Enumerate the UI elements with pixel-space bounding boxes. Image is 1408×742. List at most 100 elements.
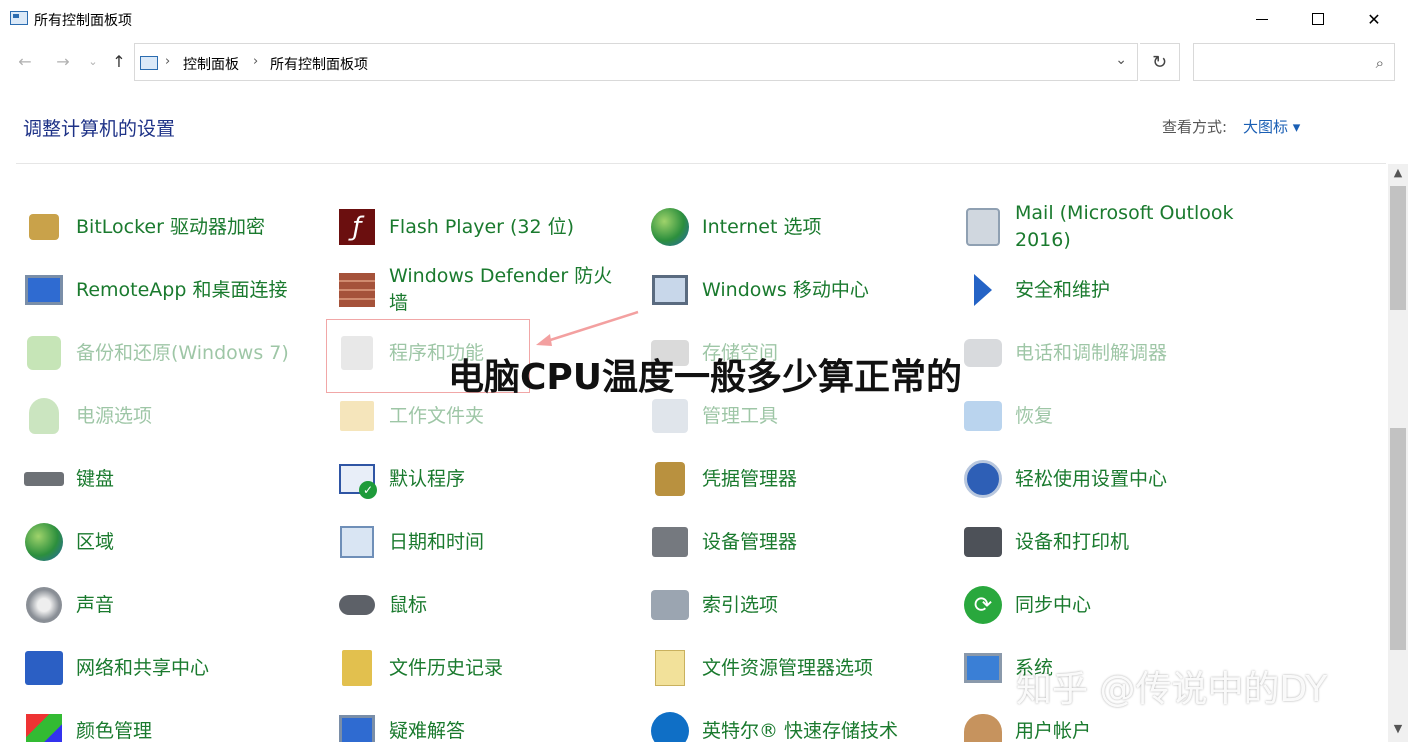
item-label: 索引选项	[702, 593, 779, 616]
item-region[interactable]: 区域	[22, 513, 322, 571]
item-indexing-options[interactable]: 索引选项	[648, 576, 948, 634]
item-explorer-options[interactable]: 文件资源管理器选项	[648, 639, 948, 697]
devices-printers-icon	[961, 520, 1005, 564]
page-title: 调整计算机的设置	[23, 118, 176, 140]
mobility-center-icon	[648, 268, 692, 312]
search-input[interactable]: ⌕	[1193, 43, 1395, 81]
item-default-programs[interactable]: ✓ 默认程序	[335, 450, 635, 508]
default-programs-icon: ✓	[335, 457, 379, 501]
item-label: BitLocker 驱动器加密	[76, 215, 265, 238]
item-label: 同步中心	[1015, 593, 1092, 616]
item-label: 恢复	[1015, 404, 1054, 427]
view-by-label: 查看方式:	[1162, 118, 1228, 136]
item-credential-manager[interactable]: 凭据管理器	[648, 450, 948, 508]
item-label: 备份和还原(Windows 7)	[76, 341, 289, 364]
minimize-button[interactable]	[1234, 0, 1290, 38]
scrollbar-thumb[interactable]	[1390, 428, 1406, 650]
region-icon	[22, 520, 66, 564]
flash-player-icon: ƒ	[335, 205, 379, 249]
item-flash-player[interactable]: ƒ Flash Player (32 位)	[335, 198, 635, 256]
control-panel-icon	[10, 11, 28, 25]
view-by-dropdown[interactable]: 大图标 ▾	[1243, 116, 1300, 137]
up-button[interactable]: ↑	[108, 50, 130, 72]
item-file-history[interactable]: 文件历史记录	[335, 639, 635, 697]
scroll-down-arrow-icon[interactable]: ▼	[1388, 722, 1408, 740]
item-label: 管理工具	[702, 404, 779, 427]
item-label: 网络和共享中心	[76, 656, 210, 679]
item-bitlocker[interactable]: BitLocker 驱动器加密	[22, 198, 322, 256]
item-label: Internet 选项	[702, 215, 822, 238]
recovery-icon	[961, 394, 1005, 438]
item-label: 疑难解答	[389, 719, 466, 742]
item-ease-of-access[interactable]: 轻松使用设置中心	[961, 450, 1261, 508]
address-dropdown-icon[interactable]: ⌄	[1115, 52, 1127, 68]
item-label: 文件历史记录	[389, 656, 504, 679]
item-label: 鼠标	[389, 593, 428, 616]
item-security-maintenance[interactable]: 安全和维护	[961, 261, 1261, 319]
power-options-icon	[22, 394, 66, 438]
refresh-button[interactable]: ↻	[1140, 43, 1180, 81]
item-date-time[interactable]: 日期和时间	[335, 513, 635, 571]
credential-manager-icon	[648, 457, 692, 501]
back-button[interactable]: ←	[14, 50, 36, 72]
item-label: Windows 移动中心	[702, 278, 869, 301]
close-icon: ✕	[1367, 9, 1381, 29]
item-troubleshooting[interactable]: 疑难解答	[335, 702, 635, 742]
item-label: 电话和调制解调器	[1015, 341, 1168, 364]
item-mouse[interactable]: 鼠标	[335, 576, 635, 634]
check-icon: ✓	[359, 481, 377, 499]
item-intel-rst[interactable]: 英特尔® 快速存储技术	[648, 702, 948, 742]
item-phone-modem[interactable]: 电话和调制解调器	[961, 324, 1261, 382]
breadcrumb-separator: ›	[253, 54, 259, 69]
item-label: 英特尔® 快速存储技术	[702, 719, 899, 742]
remoteapp-icon	[22, 268, 66, 312]
item-device-manager[interactable]: 设备管理器	[648, 513, 948, 571]
backup-restore-icon	[22, 331, 66, 375]
user-accounts-icon	[961, 709, 1005, 742]
internet-options-icon	[648, 205, 692, 249]
item-backup-restore[interactable]: 备份和还原(Windows 7)	[22, 324, 322, 382]
item-color-management[interactable]: 颜色管理	[22, 702, 322, 742]
item-label: 凭据管理器	[702, 467, 798, 490]
maximize-button[interactable]	[1290, 0, 1346, 38]
item-devices-printers[interactable]: 设备和打印机	[961, 513, 1261, 571]
forward-button[interactable]: →	[52, 50, 74, 72]
breadcrumb-all-items[interactable]: 所有控制面板项	[270, 54, 368, 74]
firewall-icon	[335, 268, 379, 312]
mail-icon	[961, 205, 1005, 249]
scroll-up-arrow-icon[interactable]: ▲	[1388, 166, 1408, 184]
troubleshooting-icon	[335, 709, 379, 742]
item-label: 工作文件夹	[389, 404, 485, 427]
security-flag-icon	[961, 268, 1005, 312]
item-recovery[interactable]: 恢复	[961, 387, 1261, 445]
address-bar[interactable]: › 控制面板 › 所有控制面板项 ⌄	[134, 43, 1138, 81]
item-network-sharing[interactable]: 网络和共享中心	[22, 639, 322, 697]
item-label: RemoteApp 和桌面连接	[76, 278, 288, 301]
vertical-scrollbar[interactable]: ▲ ▼	[1388, 164, 1408, 742]
system-icon	[961, 646, 1005, 690]
control-panel-icon	[140, 56, 158, 70]
breadcrumb-control-panel[interactable]: 控制面板	[183, 54, 239, 74]
recent-locations-button[interactable]: ⌄	[82, 50, 104, 72]
color-management-icon	[22, 709, 66, 742]
file-history-icon	[335, 646, 379, 690]
item-label: 轻松使用设置中心	[1015, 467, 1168, 490]
item-keyboard[interactable]: 键盘	[22, 450, 322, 508]
item-mobility-center[interactable]: Windows 移动中心	[648, 261, 948, 319]
sound-icon	[22, 583, 66, 627]
close-button[interactable]: ✕	[1346, 0, 1402, 38]
mouse-icon	[335, 583, 379, 627]
item-label: Mail (Microsoft Outlook 2016)	[1015, 202, 1234, 251]
scrollbar-thumb[interactable]	[1390, 186, 1406, 310]
ease-of-access-icon	[961, 457, 1005, 501]
item-label: 声音	[76, 593, 115, 616]
item-label: 区域	[76, 530, 115, 553]
item-label: 电源选项	[76, 404, 153, 427]
item-power-options[interactable]: 电源选项	[22, 387, 322, 445]
item-mail[interactable]: Mail (Microsoft Outlook 2016)	[961, 198, 1261, 256]
item-internet-options[interactable]: Internet 选项	[648, 198, 948, 256]
item-remoteapp[interactable]: RemoteApp 和桌面连接	[22, 261, 322, 319]
item-sync-center[interactable]: ⟳ 同步中心	[961, 576, 1261, 634]
item-sound[interactable]: 声音	[22, 576, 322, 634]
intel-rst-icon	[648, 709, 692, 742]
